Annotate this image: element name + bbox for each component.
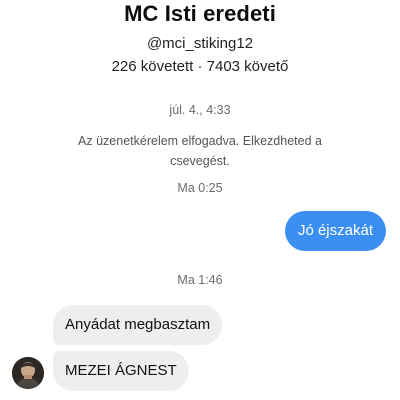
timestamp: Ma 0:25 [177,181,223,195]
avatar[interactable] [12,357,44,389]
outgoing-message-bubble[interactable]: Jó éjszakát [284,211,386,251]
incoming-message-bubble[interactable]: Anyádat megbasztam [53,305,223,345]
system-message: Az üzenetkérelem elfogadva. Elkezdheted … [78,134,322,168]
incoming-message-bubble[interactable]: MEZEI ÁGNEST [53,351,189,391]
profile-name[interactable]: MC Isti eredeti [0,1,400,27]
profile-handle: @mci_stiking12 [146,35,254,52]
chat-screen: MC Isti eredeti @mci_stiking12 226 követ… [0,0,400,400]
profile-photo-icon [12,357,44,389]
profile-stats: 226 követett · 7403 követő [111,58,289,75]
timestamp: Ma 1:46 [177,273,223,287]
timestamp: júl. 4., 4:33 [169,103,231,117]
